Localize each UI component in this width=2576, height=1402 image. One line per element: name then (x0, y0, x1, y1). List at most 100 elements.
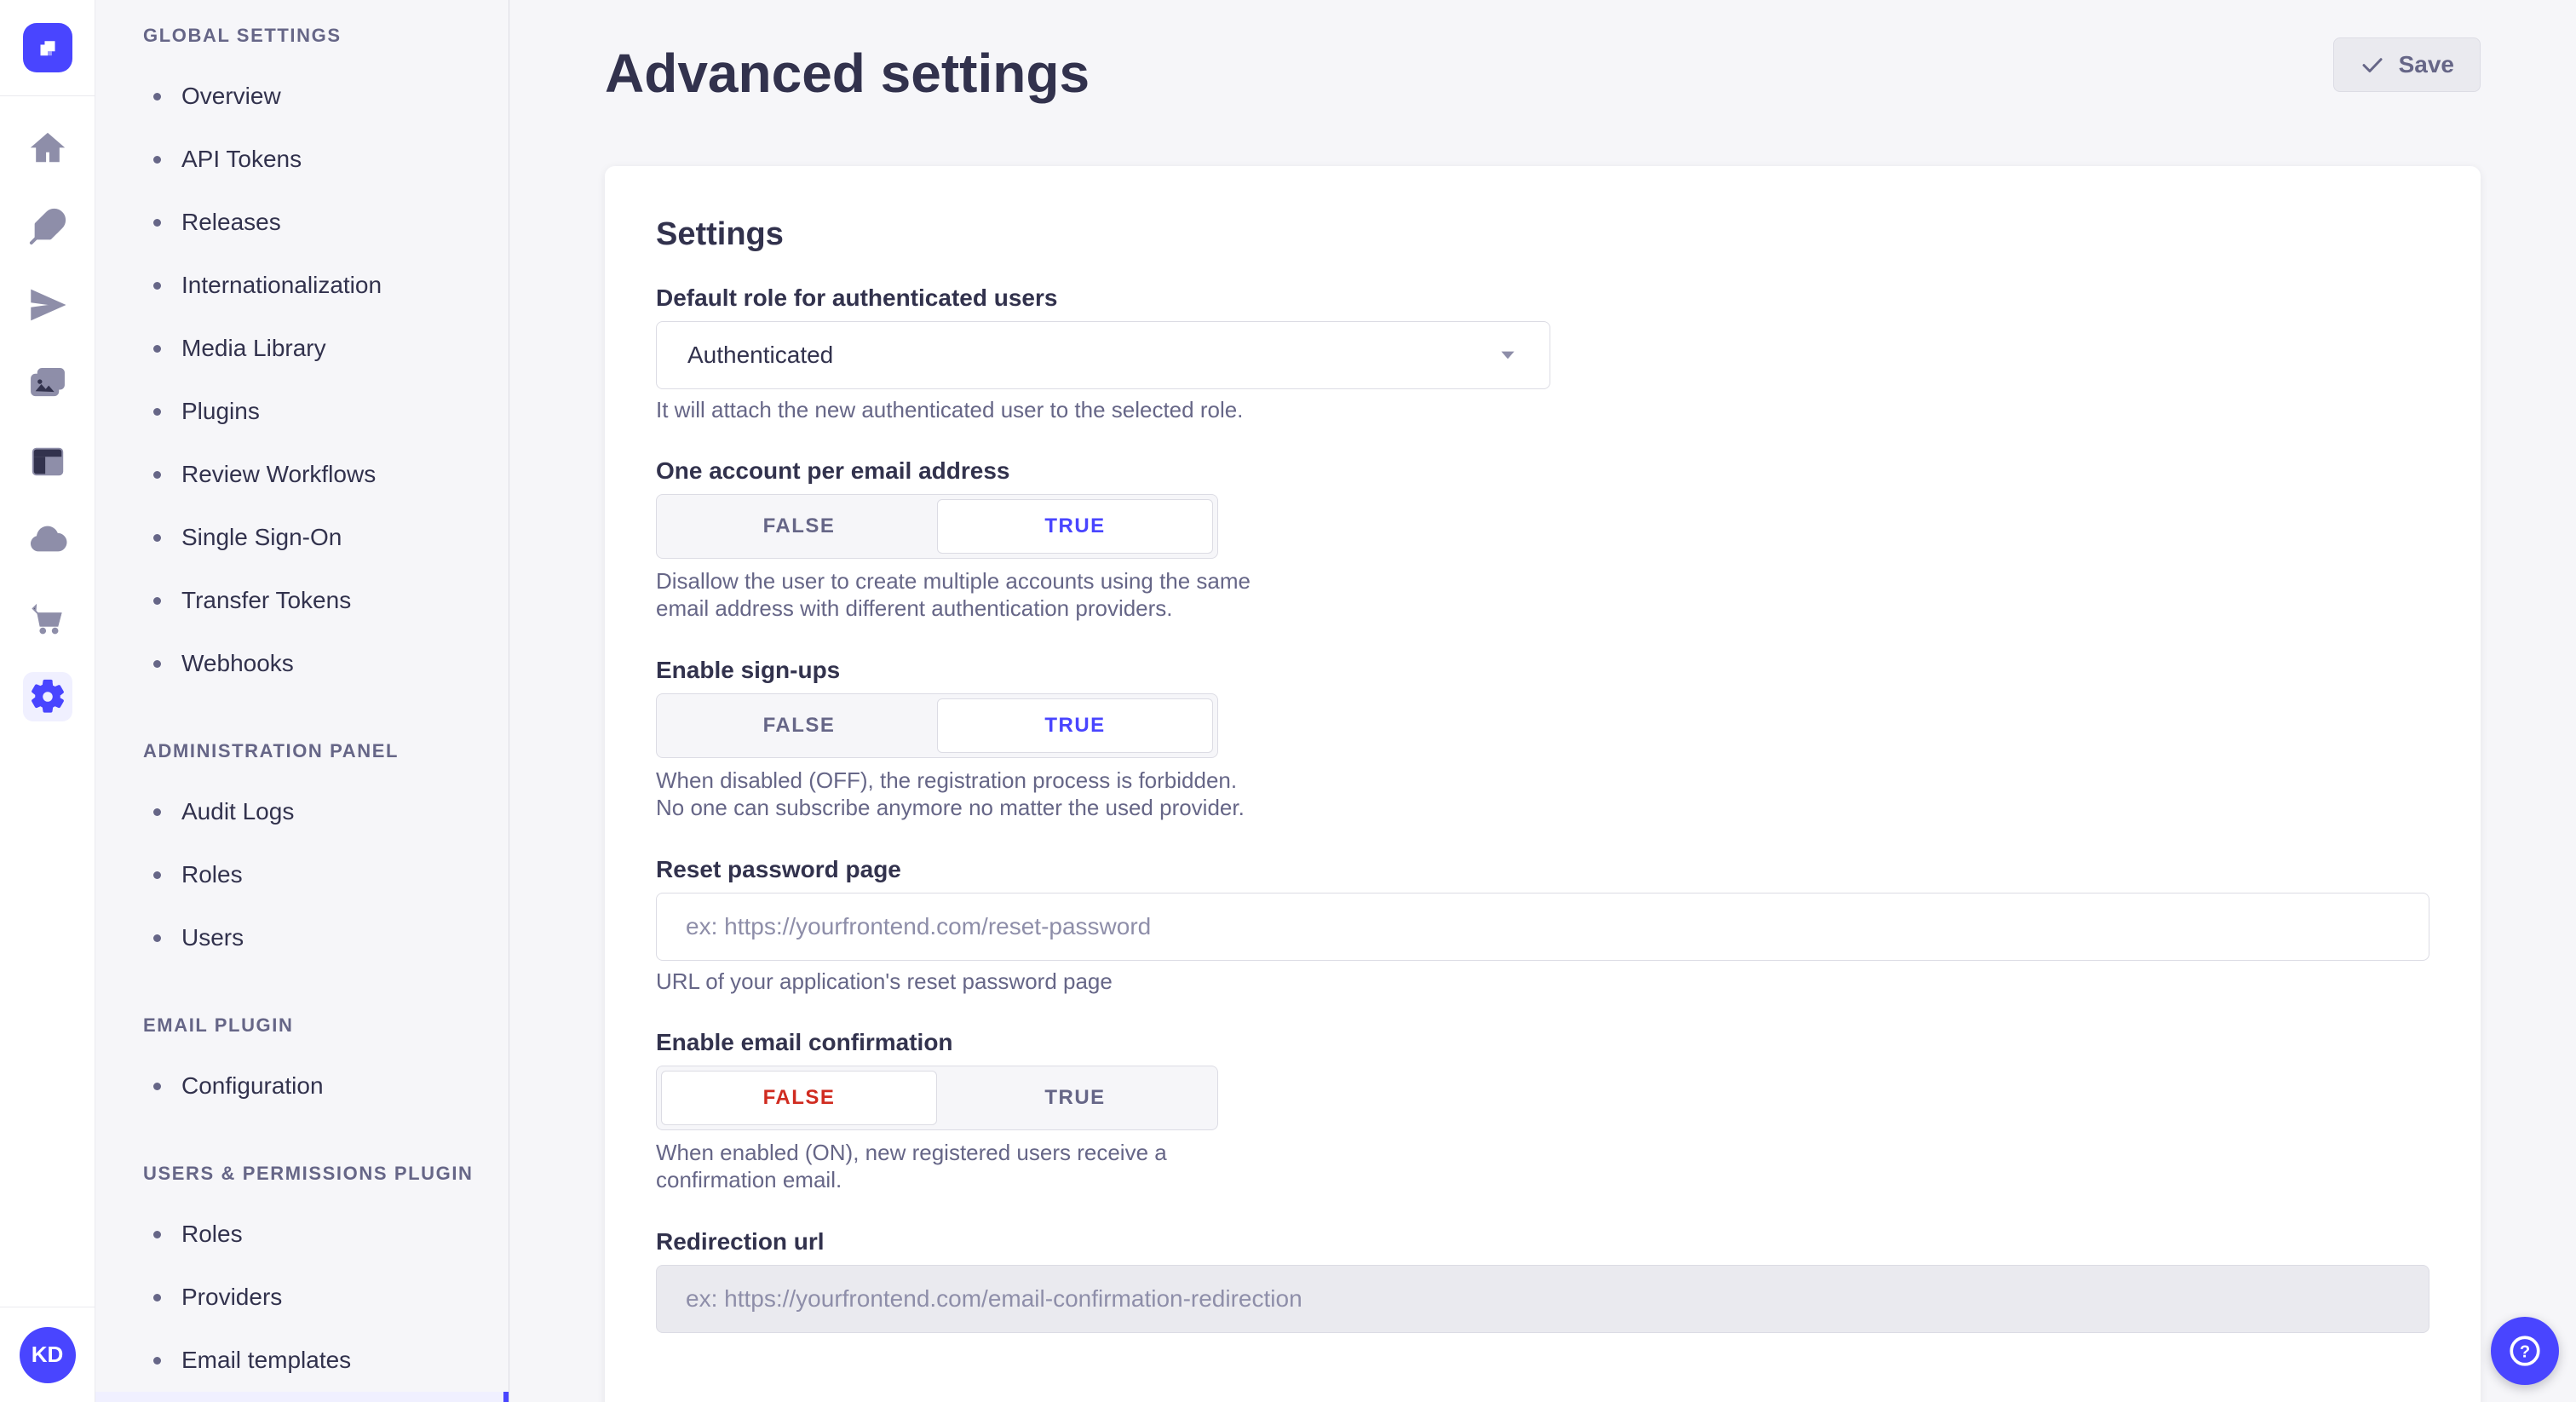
sidebar-item-admin-users[interactable]: Users (95, 906, 509, 969)
bullet-icon (153, 871, 161, 879)
sidebar-item-label: Providers (181, 1284, 282, 1311)
marketplace-cart-icon[interactable] (23, 594, 72, 643)
sidebar-item-audit-logs[interactable]: Audit Logs (95, 780, 509, 843)
sidebar-item-email-configuration[interactable]: Configuration (95, 1054, 509, 1118)
check-icon (2360, 52, 2385, 78)
one-account-toggle: FALSE TRUE (656, 494, 1218, 559)
help-button[interactable]: ? (2491, 1317, 2559, 1385)
sidebar-item-plugins[interactable]: Plugins (95, 380, 509, 443)
home-icon[interactable] (23, 124, 72, 173)
email-confirmation-false-option[interactable]: FALSE (661, 1071, 937, 1125)
bullet-icon (153, 345, 161, 353)
bullet-icon (153, 934, 161, 942)
main-content: Advanced settings Save Settings Default … (509, 0, 2576, 1402)
default-role-hint: It will attach the new authenticated use… (656, 397, 2429, 422)
redirection-url-label: Redirection url (656, 1227, 2429, 1256)
one-account-description: Disallow the user to create multiple acc… (656, 567, 1252, 622)
sidebar-item-single-sign-on[interactable]: Single Sign-On (95, 506, 509, 569)
field-redirection-url: Redirection url (656, 1227, 2429, 1333)
sidebar-item-label: Transfer Tokens (181, 587, 351, 614)
field-one-account: One account per email address FALSE TRUE… (656, 457, 2429, 622)
sidebar-item-email-templates[interactable]: Email templates (95, 1329, 509, 1392)
bullet-icon (153, 471, 161, 479)
bullet-icon (153, 1231, 161, 1238)
logo-block (0, 0, 95, 96)
rail-nav (0, 96, 95, 1307)
sidebar-item-admin-roles[interactable]: Roles (95, 843, 509, 906)
bullet-icon (153, 219, 161, 227)
save-button[interactable]: Save (2333, 37, 2481, 92)
svg-text:?: ? (2520, 1342, 2530, 1361)
enable-signups-toggle: FALSE TRUE (656, 693, 1218, 758)
section-global-settings: GLOBAL SETTINGS Overview API Tokens Rele… (95, 19, 509, 695)
section-users-permissions-plugin: USERS & PERMISSIONS PLUGIN Roles Provide… (95, 1157, 509, 1402)
sidebar-item-label: Email templates (181, 1347, 351, 1374)
enable-signups-true-option[interactable]: TRUE (937, 698, 1213, 753)
sidebar-item-label: Roles (181, 861, 243, 888)
sidebar-item-up-roles[interactable]: Roles (95, 1203, 509, 1266)
email-confirmation-true-option[interactable]: TRUE (937, 1071, 1213, 1125)
sidebar-item-overview[interactable]: Overview (95, 65, 509, 128)
enable-signups-label: Enable sign-ups (656, 656, 2429, 685)
bullet-icon (153, 534, 161, 542)
sidebar-item-label: Configuration (181, 1072, 324, 1100)
icon-rail: KD (0, 0, 95, 1402)
bullet-icon (153, 1357, 161, 1365)
sidebar-item-internationalization[interactable]: Internationalization (95, 254, 509, 317)
section-label: ADMINISTRATION PANEL (95, 734, 509, 768)
settings-card: Settings Default role for authenticated … (605, 166, 2481, 1402)
rail-bottom: KD (0, 1307, 95, 1402)
feather-icon[interactable] (23, 202, 72, 251)
media-library-icon[interactable] (23, 359, 72, 408)
sidebar-item-media-library[interactable]: Media Library (95, 317, 509, 380)
bullet-icon (153, 597, 161, 605)
default-role-select[interactable]: Authenticated (656, 321, 1550, 389)
bullet-icon (153, 408, 161, 416)
strapi-logo[interactable] (23, 23, 72, 72)
sidebar-item-label: Roles (181, 1221, 243, 1248)
layout-icon[interactable] (23, 437, 72, 486)
field-email-confirmation: Enable email confirmation FALSE TRUE Whe… (656, 1028, 2429, 1193)
cloud-icon[interactable] (23, 515, 72, 565)
bullet-icon (153, 282, 161, 290)
sidebar-item-webhooks[interactable]: Webhooks (95, 632, 509, 695)
field-enable-signups: Enable sign-ups FALSE TRUE When disabled… (656, 656, 2429, 821)
email-confirmation-label: Enable email confirmation (656, 1028, 2429, 1057)
sidebar-item-label: Plugins (181, 398, 260, 425)
sidebar-item-label: Media Library (181, 335, 326, 362)
email-confirmation-description: When enabled (ON), new registered users … (656, 1139, 1252, 1193)
sidebar-item-providers[interactable]: Providers (95, 1266, 509, 1329)
bullet-icon (153, 808, 161, 816)
reset-password-hint: URL of your application's reset password… (656, 968, 2429, 994)
question-mark-icon: ? (2506, 1332, 2544, 1370)
section-label: GLOBAL SETTINGS (95, 19, 509, 53)
sidebar-item-review-workflows[interactable]: Review Workflows (95, 443, 509, 506)
one-account-true-option[interactable]: TRUE (937, 499, 1213, 554)
sidebar-item-label: Releases (181, 209, 281, 236)
sidebar-item-api-tokens[interactable]: API Tokens (95, 128, 509, 191)
section-label: EMAIL PLUGIN (95, 1008, 509, 1043)
settings-subnav: GLOBAL SETTINGS Overview API Tokens Rele… (95, 0, 509, 1402)
enable-signups-false-option[interactable]: FALSE (661, 698, 937, 753)
page-header: Advanced settings Save (509, 0, 2576, 166)
reset-password-input[interactable] (656, 893, 2429, 961)
avatar[interactable]: KD (20, 1327, 76, 1383)
sidebar-item-label: Webhooks (181, 650, 294, 677)
enable-signups-description: When disabled (OFF), the registration pr… (656, 767, 1252, 821)
sidebar-item-label: API Tokens (181, 146, 302, 173)
reset-password-label: Reset password page (656, 855, 2429, 884)
sidebar-item-releases[interactable]: Releases (95, 191, 509, 254)
email-confirmation-toggle: FALSE TRUE (656, 1066, 1218, 1130)
settings-gear-icon[interactable] (23, 672, 72, 721)
page-title: Advanced settings (605, 37, 2481, 109)
redirection-url-input (656, 1265, 2429, 1333)
sidebar-item-transfer-tokens[interactable]: Transfer Tokens (95, 569, 509, 632)
field-reset-password: Reset password page URL of your applicat… (656, 855, 2429, 994)
bullet-icon (153, 93, 161, 101)
default-role-label: Default role for authenticated users (656, 284, 2429, 313)
sidebar-item-advanced-settings[interactable]: Advanced settings (95, 1392, 509, 1402)
send-icon[interactable] (23, 280, 72, 330)
section-label: USERS & PERMISSIONS PLUGIN (95, 1157, 509, 1191)
one-account-false-option[interactable]: FALSE (661, 499, 937, 554)
field-default-role: Default role for authenticated users Aut… (656, 284, 2429, 422)
